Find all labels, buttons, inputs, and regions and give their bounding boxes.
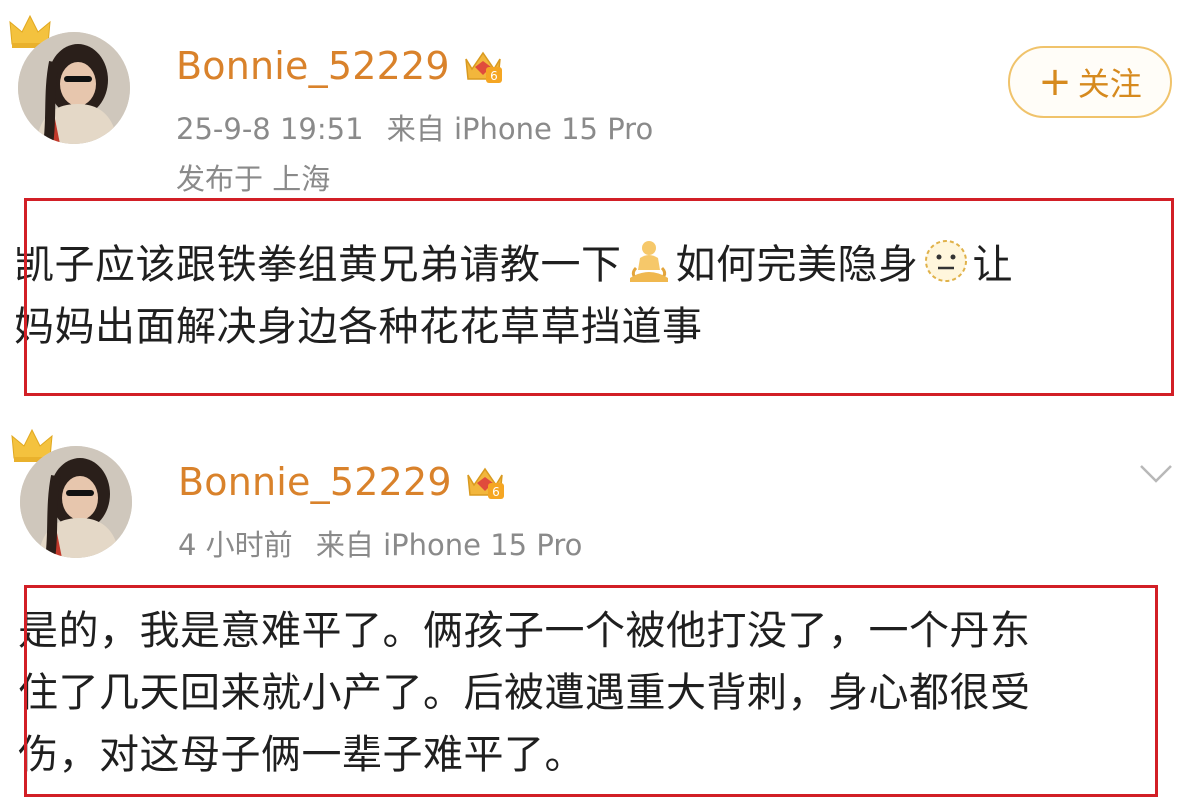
post-time: 25-9-8 19:51 (176, 112, 364, 146)
follow-button[interactable]: + 关注 (1008, 46, 1172, 118)
vip-badge-icon: 6 (466, 467, 504, 499)
username[interactable]: Bonnie_52229 (178, 458, 452, 506)
plus-icon: + (1038, 59, 1072, 105)
svg-text:6: 6 (490, 69, 498, 83)
username[interactable]: Bonnie_52229 (176, 42, 450, 90)
post-source: 来自 iPhone 15 Pro (315, 528, 583, 562)
post-location: 发布于 上海 (176, 162, 331, 196)
avatar[interactable] (18, 32, 130, 144)
avatar-container[interactable] (11, 428, 144, 558)
post-meta: 4 小时前 来自 iPhone 15 Pro (178, 526, 582, 564)
post-source: 来自 iPhone 15 Pro (386, 112, 654, 146)
avatar[interactable] (20, 446, 132, 558)
post-meta: 25-9-8 19:51 来自 iPhone 15 Pro (176, 110, 653, 148)
vip-badge-icon: 6 (464, 51, 502, 83)
avatar-container[interactable] (9, 14, 142, 144)
highlight-box (24, 585, 1158, 797)
chevron-down-icon[interactable] (1138, 462, 1174, 486)
post-time: 4 小时前 (178, 528, 293, 562)
follow-label: 关注 (1077, 65, 1142, 103)
svg-text:6: 6 (492, 485, 500, 499)
highlight-box (24, 198, 1174, 396)
